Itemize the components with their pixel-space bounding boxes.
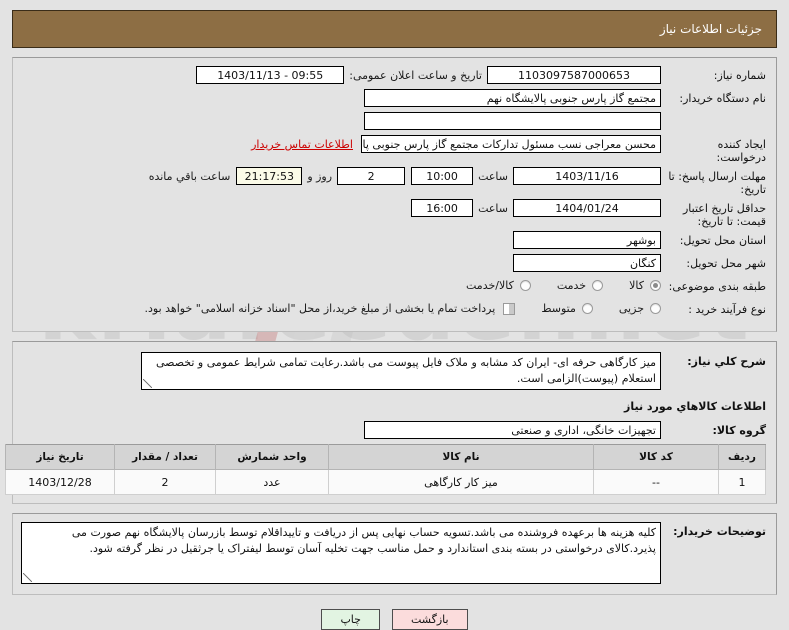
button-bar: بازگشت چاپ xyxy=(0,609,789,630)
radio-label-kala-khedmat: کالا/خدمت xyxy=(466,279,514,292)
radio-label-motevaset: متوسط xyxy=(541,302,576,315)
col-header-unit: واحد شمارش xyxy=(215,444,329,470)
radio-label-khedmat: خدمت xyxy=(556,279,587,292)
purchase-process-label: نوع فرآیند خرید : xyxy=(688,303,766,316)
response-deadline-date-field[interactable]: 1403/11/16 xyxy=(513,167,661,185)
need-description-textarea[interactable]: میز کارگاهی حرفه ای- ایران کد مشابه و مل… xyxy=(141,352,661,390)
radio-icon-jozei[interactable] xyxy=(650,303,661,314)
response-deadline-time-field[interactable]: 10:00 xyxy=(411,167,474,185)
radio-icon-khedmat[interactable] xyxy=(592,280,604,291)
need-info-panel: شماره نیاز: 1103097587000653 تاریخ و ساع… xyxy=(12,57,777,332)
row-need-number: شماره نیاز: 1103097587000653 تاریخ و ساع… xyxy=(23,66,766,86)
goods-section-heading: اطلاعات كالاهاي مورد نياز xyxy=(624,400,766,413)
row-response-deadline: مهلت ارسال پاسخ: تا تاریخ: 1403/11/16 سا… xyxy=(23,167,766,196)
row-subject-category: طبقه بندی موضوعی: کالا خدمت کالا/خدمت xyxy=(23,277,766,297)
radio-label-jozei: جزیی xyxy=(618,302,644,315)
row-need-description: شرح كلي نياز: میز کارگاهی حرفه ای- ایران… xyxy=(23,352,766,390)
page-title: جزئیات اطلاعات نیاز xyxy=(659,22,762,36)
col-header-qty: تعداد / مقدار xyxy=(114,444,216,470)
price-validity-time-label: ساعت xyxy=(478,202,508,215)
buyer-org-label: نام دستگاه خریدار: xyxy=(679,92,766,105)
buyer-contact-link[interactable]: اطلاعات تماس خریدار xyxy=(243,135,361,151)
buyer-org-field[interactable]: مجتمع گاز پارس جنوبی پالایشگاه نهم xyxy=(364,89,661,107)
page-root: جزئیات اطلاعات نیاز شماره نیاز: 11030975… xyxy=(0,10,789,630)
cell-name: میز کار کارگاهی xyxy=(328,469,594,495)
goods-table-header-row: ردیف کد کالا نام کالا واحد شمارش تعداد /… xyxy=(5,444,766,470)
response-deadline-label: مهلت ارسال پاسخ: تا تاریخ: xyxy=(668,170,766,196)
response-deadline-time-label: ساعت xyxy=(478,170,508,183)
row-delivery-province: استان محل تحویل: بوشهر xyxy=(23,231,766,251)
countdown-days-separator: روز و xyxy=(307,170,333,183)
buyer-notes-label: توضیحات خریدار: xyxy=(673,525,766,538)
goods-group-label: گروه کالا: xyxy=(712,424,766,437)
price-validity-label: حداقل تاریخ اعتبار قیمت: تا تاریخ: xyxy=(682,202,766,228)
row-requester: ایجاد کننده درخواست: محسن معراجی نسب مسئ… xyxy=(23,135,766,164)
price-validity-time-field[interactable]: 16:00 xyxy=(411,199,474,217)
radio-option-kala-khedmat[interactable]: کالا/خدمت xyxy=(466,279,531,292)
row-delivery-city: شهر محل تحویل: کنگان xyxy=(23,254,766,274)
cell-date: 1403/12/28 xyxy=(5,469,115,495)
purchase-process-radio-group: جزیی متوسط پرداخت تمام یا بخشی از مبلغ خ… xyxy=(145,300,661,315)
col-header-date: تاریخ نیاز xyxy=(5,444,115,470)
blank-field-label xyxy=(661,112,766,115)
checkbox-icon-treasury-bonds[interactable] xyxy=(503,302,516,315)
treasury-bonds-checkbox-option[interactable]: پرداخت تمام یا بخشی از مبلغ خرید،از محل … xyxy=(145,302,516,315)
row-buyer-org: نام دستگاه خریدار: مجتمع گاز پارس جنوبی … xyxy=(23,89,766,109)
radio-option-khedmat[interactable]: خدمت xyxy=(556,279,604,292)
page-title-bar: جزئیات اطلاعات نیاز xyxy=(12,10,777,48)
radio-label-kala: کالا xyxy=(629,279,644,292)
buyer-notes-textarea[interactable]: کلیه هزینه ها برعهده فروشنده می باشد.تسو… xyxy=(21,522,661,584)
blank-field[interactable] xyxy=(364,112,661,130)
subject-category-label: طبقه بندی موضوعی: xyxy=(668,280,766,293)
radio-option-motevaset[interactable]: متوسط xyxy=(541,302,593,315)
delivery-city-field[interactable]: کنگان xyxy=(513,254,661,272)
need-number-field[interactable]: 1103097587000653 xyxy=(487,66,661,84)
need-description-label: شرح كلي نياز: xyxy=(687,355,766,368)
radio-icon-kala[interactable] xyxy=(650,280,661,291)
delivery-province-field[interactable]: بوشهر xyxy=(513,231,661,249)
buyer-notes-panel: توضیحات خریدار: کلیه هزینه ها برعهده فرو… xyxy=(12,513,777,595)
countdown-time-field: 21:17:53 xyxy=(236,167,303,185)
goods-info-panel: شرح كلي نياز: میز کارگاهی حرفه ای- ایران… xyxy=(5,341,777,504)
row-purchase-process: نوع فرآیند خرید : جزیی متوسط پرداخت تمام… xyxy=(23,300,766,320)
print-button[interactable]: چاپ xyxy=(321,609,380,630)
radio-option-jozei[interactable]: جزیی xyxy=(619,302,661,315)
announce-datetime-field[interactable]: 1403/11/13 - 09:55 xyxy=(196,66,345,84)
back-button[interactable]: بازگشت xyxy=(391,609,468,630)
col-header-radif: ردیف xyxy=(718,444,766,470)
cell-unit: عدد xyxy=(215,469,329,495)
radio-option-kala[interactable]: کالا xyxy=(629,279,661,292)
countdown-days-field: 2 xyxy=(337,167,406,185)
table-row: 1 -- میز کار کارگاهی عدد 2 1403/12/28 xyxy=(5,469,766,495)
cell-radif: 1 xyxy=(718,469,766,495)
row-goods-group: گروه کالا: تجهیزات خانگی، اداری و صنعتی xyxy=(23,421,766,441)
radio-icon-kala-khedmat[interactable] xyxy=(519,280,531,291)
col-header-code: کد کالا xyxy=(593,444,719,470)
price-validity-date-field[interactable]: 1404/01/24 xyxy=(513,199,661,217)
delivery-city-label: شهر محل تحویل: xyxy=(686,257,766,270)
radio-icon-motevaset[interactable] xyxy=(581,303,593,314)
cell-qty: 2 xyxy=(114,469,216,495)
treasury-bonds-checkbox-label: پرداخت تمام یا بخشی از مبلغ خرید،از محل … xyxy=(144,302,496,315)
col-header-name: نام کالا xyxy=(328,444,594,470)
need-number-label: شماره نیاز: xyxy=(713,69,766,82)
requester-field[interactable]: محسن معراجی نسب مسئول تدارکات مجتمع گاز … xyxy=(361,135,661,153)
goods-group-field[interactable]: تجهیزات خانگی، اداری و صنعتی xyxy=(364,421,661,439)
subject-category-radio-group: کالا خدمت کالا/خدمت xyxy=(440,277,661,292)
announce-datetime-label: تاریخ و ساعت اعلان عمومی: xyxy=(349,69,482,82)
goods-table: ردیف کد کالا نام کالا واحد شمارش تعداد /… xyxy=(5,444,766,495)
row-blank-field xyxy=(23,112,766,132)
cell-code: -- xyxy=(593,469,719,495)
row-price-validity: حداقل تاریخ اعتبار قیمت: تا تاریخ: 1404/… xyxy=(23,199,766,228)
requester-label: ایجاد کننده درخواست: xyxy=(716,138,766,164)
row-buyer-notes: توضیحات خریدار: کلیه هزینه ها برعهده فرو… xyxy=(21,522,766,584)
countdown-suffix-label: ساعت باقي مانده xyxy=(148,170,231,183)
delivery-province-label: استان محل تحویل: xyxy=(679,234,766,247)
